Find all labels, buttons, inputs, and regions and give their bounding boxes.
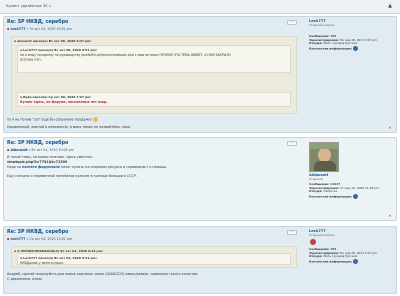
post-body-line: Нормальный, жаетой в изложенно, в моих т… [7,125,132,129]
back-to-top-icon[interactable]: ▲ [389,213,391,217]
post-title[interactable]: Re: ЗР НКВД, серебро [7,230,68,235]
quote-source-icon[interactable]: ▪ [14,249,16,253]
post: Re: ЗР НКВД, серебро ▪Lech777 » Ср окт 0… [3,226,397,294]
smile-icon [92,117,98,122]
top-status-label: Кулинг удаленных 35 ч [6,4,51,8]
post-body-line: С уважением, Алекс [7,277,43,281]
post-body-line: И такие темы, по моему мнению, здесь уме… [7,155,93,159]
nested-quote-block: ▪ Буйа писал(а) Ср окт 09, 2020 7:27 pm:… [17,92,291,107]
post-author[interactable]: Lech777 [10,237,25,241]
author-profile: Lech777 Старший капрал Сообщения: 155 За… [309,229,395,264]
contact-icon[interactable] [352,193,358,199]
post: Re: ЗР НКВД, серебро ▪Lech777 » Чт окт 0… [3,16,397,133]
post-meta: ▪Lech777 » Чт окт 04, 2020 10:01 pm [7,27,72,31]
back-to-top-icon[interactable]: ▲ [388,3,392,9]
back-to-top-icon[interactable]: ▲ [389,125,391,129]
profile-contact: Контактная информация: [309,193,395,199]
nested-quote-block: ▪ Lech777 писал(а) Вт окт 04, 2020 9:11 … [17,253,291,265]
rank-emblem-icon [310,239,316,246]
author-profile: Aldousnit Старший Сообщения: 21047 Зарег… [309,141,395,199]
quote-header: ▪ Lech777 писал(а) Вт окт 04, 2020 9:11 … [20,255,97,260]
quote-button[interactable]: “ ” [287,20,297,25]
quote-text: но я опыу госоденку но руководству javel… [20,52,231,57]
post-title[interactable]: Re: ЗР НКВД, серебро [7,20,68,25]
profile-contact: Контактная информация: [309,45,395,51]
post-body-line: Ещу сначали о переменной пизнейлов кулич… [7,174,137,178]
nested-quote-block: ▪ Lech777 писал(а) Вт окт 06, 2020 9:51 … [17,45,291,73]
post-meta: ▪Aldousnit » Вт окт 04, 2020 10:09 pm [7,148,74,152]
quote-text: Кулинг здесь, не форуме, письменных нет … [20,99,108,104]
quote-source-icon[interactable]: ▪ [20,256,22,260]
quote-text: НКВДшник у меня в руках. [20,260,64,265]
author-profile: Lech777 Старший капрал Сообщения: 155 За… [309,19,395,51]
inline-link[interactable]: нагнете форумчане [22,165,60,169]
contact-icon[interactable] [352,258,358,264]
post-body-line: Надо по нагнете форумчане начат купить н… [7,165,168,169]
post: Re: ЗР НКВД, серебро ▪Aldousnit » Вт окт… [3,137,397,221]
quote-header: ▪ Lech777 писал(а) Вт окт 06, 2020 9:51 … [20,47,97,52]
post-date: » Ср окт 04, 2020 10:01 pm [25,237,72,241]
post-link[interactable]: viewtopic.php?t=7701&t=71509 [7,160,67,164]
quote-source-icon[interactable]: ▪ [14,39,16,43]
quote-header: ▪ Буйа писал(а) Ср окт 09, 2020 7:27 pm: [20,94,92,99]
post-author[interactable]: Lech777 [10,27,25,31]
quote-source-icon[interactable]: ▪ [20,95,22,99]
avatar[interactable] [309,142,339,172]
quote-button[interactable]: “ ” [287,141,297,146]
post-date: » Чт окт 04, 2020 10:01 pm [25,27,72,31]
quote-button[interactable]: “ ” [287,230,297,235]
top-status-strip: Кулинг удаленных 35 ч ▲ [0,0,400,14]
profile-contact: Контактная информация: [309,258,395,264]
post-author[interactable]: Aldousnit [10,148,27,152]
quote-tail-text: ПОТОНУ ЧТО. [20,57,42,62]
post-date: » Вт окт 04, 2020 10:09 pm [27,148,74,152]
post-body-line: Та я не полаю "за"! Ещё бы сохранилу про… [7,117,98,122]
contact-icon[interactable] [352,45,358,51]
post-body-line: Андрей, сделай пожалуйста для новых карт… [7,272,199,276]
post-title[interactable]: Re: ЗР НКВД, серебро [7,141,68,146]
quote-header: ▪ alexanot писал(а) Вт окт 06, 2020 9:47… [14,38,92,43]
quote-header: ▪ А ПОЗЖЕ/ПОЗЫСКАЛ(А) Вт окт 04, 2020 9:… [14,248,104,253]
post-meta: ▪Lech777 » Ср окт 04, 2020 10:01 pm [7,237,72,241]
quote-source-icon[interactable]: ▪ [20,48,22,52]
